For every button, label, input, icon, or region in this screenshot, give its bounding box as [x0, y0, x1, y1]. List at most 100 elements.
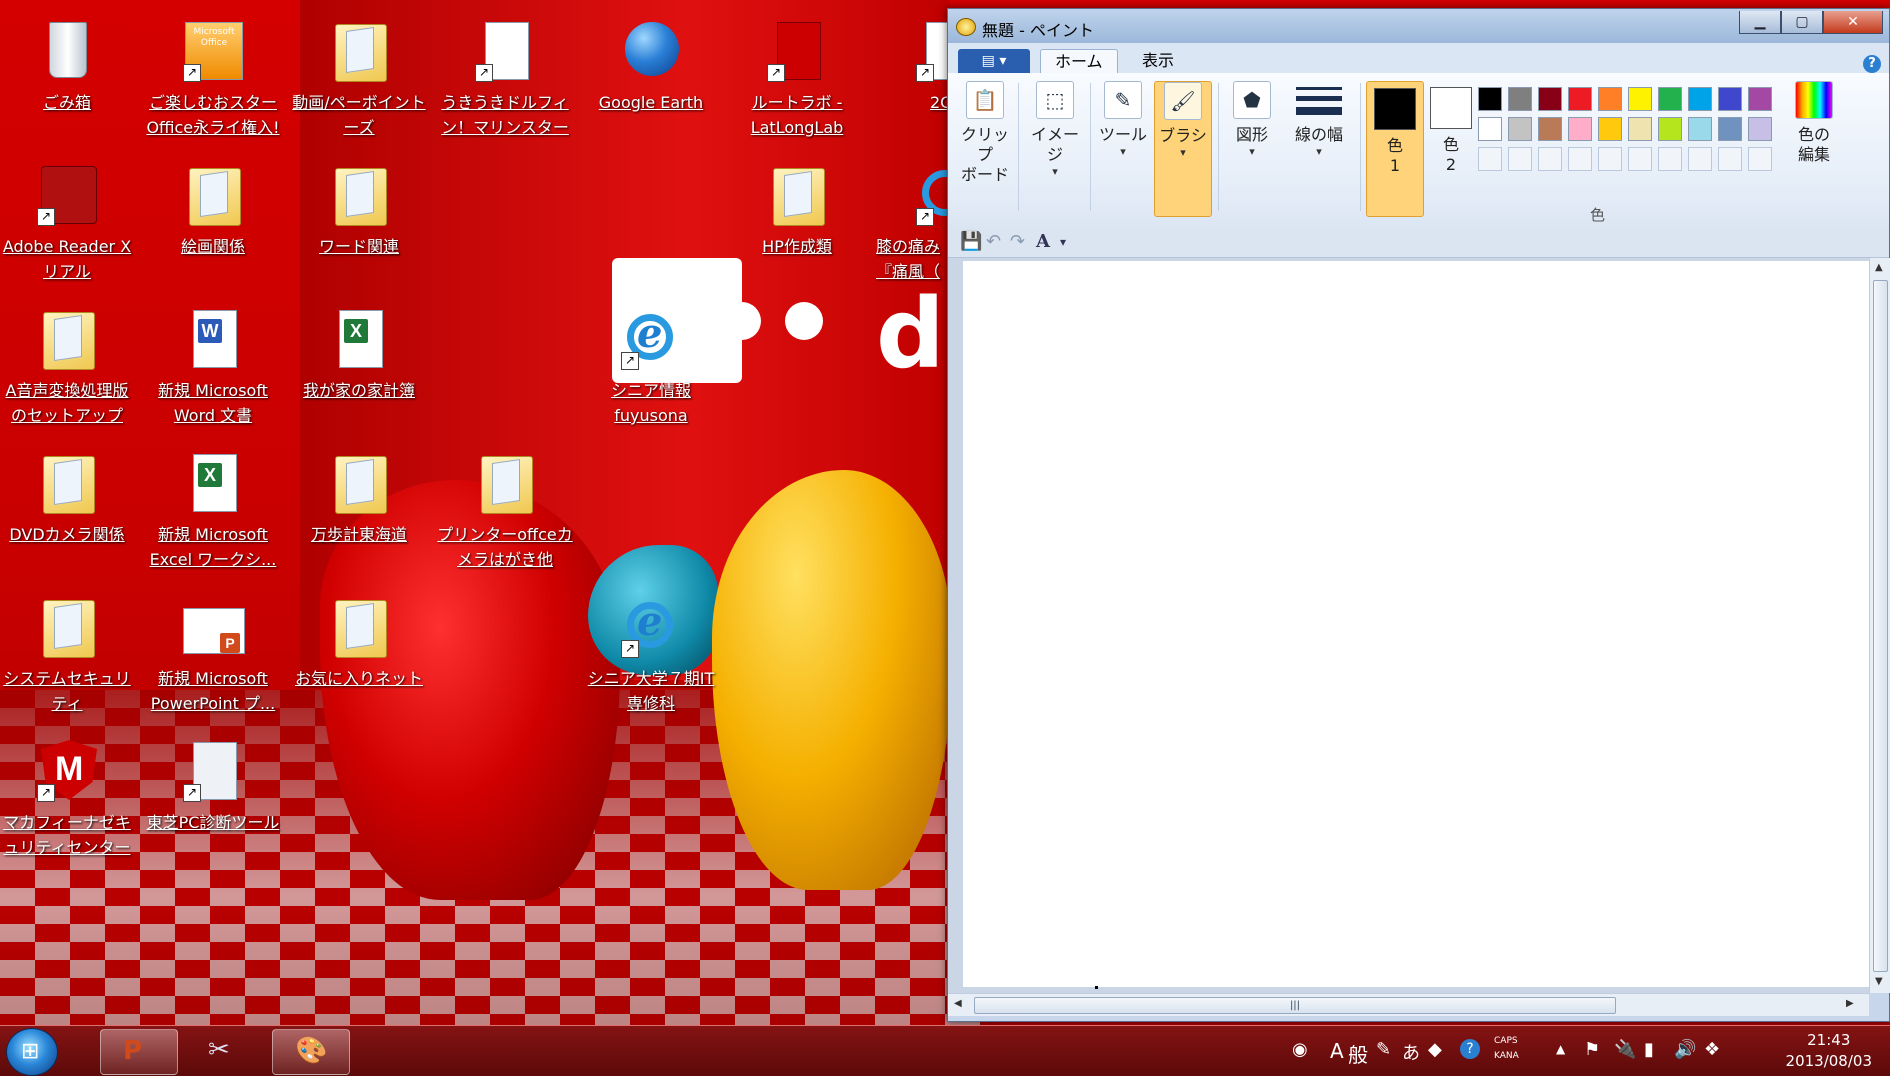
desktop-icon-new-excel[interactable]: X 新規 Microsoft Excel ワークシ...: [140, 450, 286, 572]
ime-kind[interactable]: 般: [1348, 1039, 1368, 1068]
show-hidden-icons-icon[interactable]: ▲: [1556, 1042, 1565, 1056]
save-icon[interactable]: 💾: [960, 231, 982, 252]
network-signal-icon[interactable]: ▮: [1644, 1039, 1654, 1060]
desktop-icon-pedometer[interactable]: 万歩計東海道: [286, 450, 432, 547]
desktop-icon-dvd-camera[interactable]: DVDカメラ関係: [0, 450, 140, 547]
palette-custom-slot[interactable]: [1478, 147, 1502, 171]
palette-swatch[interactable]: [1748, 117, 1772, 141]
palette-custom-slot[interactable]: [1568, 147, 1592, 171]
vertical-scrollbar[interactable]: ▲ ▼: [1869, 258, 1890, 993]
help-icon[interactable]: ?: [1863, 55, 1881, 73]
scroll-up-icon[interactable]: ▲: [1875, 262, 1883, 273]
desktop-icon-knee-pain[interactable]: ↗ 膝の痛み 『痛風（: [870, 162, 947, 284]
desktop-icon-painting[interactable]: 絵画関係: [140, 162, 286, 259]
palette-swatch[interactable]: [1478, 87, 1502, 111]
palette-swatch[interactable]: [1628, 117, 1652, 141]
palette-swatch[interactable]: [1598, 87, 1622, 111]
drawing-canvas[interactable]: [963, 261, 1869, 989]
palette-swatch[interactable]: [1688, 117, 1712, 141]
palette-swatch[interactable]: [1718, 87, 1742, 111]
desktop-icon-word-related[interactable]: ワード関連: [286, 162, 432, 259]
palette-custom-slot[interactable]: [1628, 147, 1652, 171]
desktop-icon-new-word[interactable]: W 新規 Microsoft Word 文書: [140, 306, 286, 428]
desktop-icon-senior-college[interactable]: e ↗ シニア大学７期IT 専修科: [578, 594, 724, 716]
scroll-left-icon[interactable]: ◀: [954, 998, 962, 1009]
maximize-button[interactable]: ▢: [1781, 11, 1823, 34]
palette-swatch[interactable]: [1538, 117, 1562, 141]
desktop-icon-route-lab[interactable]: ↗ ルートラボ - LatLongLab: [724, 18, 870, 140]
customize-dropdown-icon[interactable]: ▾: [1060, 235, 1066, 249]
paint-window[interactable]: 無題 - ペイント ▁ ▢ ✕ ▤ ▾ ホーム 表示 ? 📋 クリップ ボード …: [947, 8, 1890, 1022]
taskbar-powerpoint[interactable]: P: [100, 1029, 178, 1075]
ime-help-icon[interactable]: ?: [1460, 1039, 1480, 1059]
scroll-down-icon[interactable]: ▼: [1875, 976, 1883, 987]
ime-mode[interactable]: A: [1330, 1039, 1344, 1063]
clipboard-button[interactable]: 📋 クリップ ボード: [958, 81, 1012, 215]
palette-swatch[interactable]: [1598, 117, 1622, 141]
desktop-icon-favorites-net[interactable]: お気に入りネット: [286, 594, 432, 691]
palette-custom-slot[interactable]: [1748, 147, 1772, 171]
desktop-icon-adobe-reader[interactable]: ↗ Adobe Reader X リアル: [0, 162, 140, 284]
redo-icon[interactable]: ↷: [1010, 231, 1025, 252]
palette-custom-slot[interactable]: [1718, 147, 1742, 171]
clock[interactable]: 21:43 2013/08/03: [1786, 1030, 1872, 1072]
action-center-flag-icon[interactable]: ⚑: [1584, 1039, 1600, 1060]
palette-swatch[interactable]: [1508, 117, 1532, 141]
palette-swatch[interactable]: [1658, 87, 1682, 111]
taskbar-snipping-tool[interactable]: ✂: [186, 1029, 262, 1073]
horizontal-scrollbar[interactable]: ◀ ||| ▶: [948, 993, 1869, 1016]
color1-button[interactable]: 色 1: [1366, 81, 1424, 217]
palette-custom-slot[interactable]: [1508, 147, 1532, 171]
palette-swatch[interactable]: [1568, 117, 1592, 141]
palette-swatch[interactable]: [1508, 87, 1532, 111]
tab-home[interactable]: ホーム: [1040, 49, 1118, 74]
taskbar-paint[interactable]: 🎨: [272, 1029, 350, 1075]
palette-swatch[interactable]: [1568, 87, 1592, 111]
horizontal-scroll-thumb[interactable]: |||: [974, 997, 1616, 1014]
desktop-icon-mcafee[interactable]: M ↗ マカフィーナゼキ ュリティセンター: [0, 738, 140, 860]
desktop-icon-toshiba-diagnostic[interactable]: ↗ 東芝PC診断ツール: [140, 738, 286, 835]
palette-custom-slot[interactable]: [1538, 147, 1562, 171]
desktop-icon-household-budget[interactable]: X 我が家の家計簿: [286, 306, 432, 403]
desktop-icon-new-powerpoint[interactable]: P 新規 Microsoft PowerPoint プ...: [140, 594, 286, 716]
tools-button[interactable]: ✎ ツール ▾: [1094, 81, 1152, 215]
close-button[interactable]: ✕: [1823, 11, 1883, 34]
volume-icon[interactable]: 🔊: [1674, 1039, 1696, 1060]
image-button[interactable]: ⬚ イメージ ▾: [1024, 81, 1086, 215]
text-style-icon[interactable]: A: [1036, 231, 1050, 252]
palette-swatch[interactable]: [1718, 117, 1742, 141]
palette-swatch[interactable]: [1538, 87, 1562, 111]
palette-custom-slot[interactable]: [1598, 147, 1622, 171]
palette-swatch[interactable]: [1658, 117, 1682, 141]
ime-dictionary-icon[interactable]: あ: [1402, 1039, 1420, 1065]
desktop-icon-senior-info[interactable]: e ↗ シニア情報 fuyusona: [578, 306, 724, 428]
desktop-icon-voice-setup[interactable]: A音声変換処理版 のセットアップ: [0, 306, 140, 428]
color2-button[interactable]: 色 2: [1426, 81, 1476, 215]
power-plug-icon[interactable]: 🔌: [1614, 1039, 1636, 1060]
desktop-icon-office-trial[interactable]: Microsoft Office ↗ ご楽しむおスター Office永ライ権入!: [140, 18, 286, 140]
brush-button[interactable]: 🖌 ブラシ ▾: [1154, 81, 1212, 217]
red-app-tray-icon[interactable]: ◉: [1292, 1039, 1308, 1060]
desktop-icon-google-earth[interactable]: Google Earth: [578, 18, 724, 115]
line-width-button[interactable]: 線の幅 ▾: [1284, 81, 1354, 215]
shapes-button[interactable]: ⬟ 図形 ▾: [1224, 81, 1280, 215]
vertical-scroll-thumb[interactable]: [1873, 280, 1888, 972]
palette-custom-slot[interactable]: [1688, 147, 1712, 171]
desktop-icon-2c[interactable]: ↗ 2C: [870, 18, 947, 115]
desktop-icon-printer-office[interactable]: プリンターoffceカ メラはがき他: [432, 450, 578, 572]
paint-titlebar[interactable]: 無題 - ペイント ▁ ▢ ✕: [948, 9, 1889, 43]
tab-view[interactable]: 表示: [1128, 49, 1188, 73]
dropbox-icon[interactable]: ❖: [1704, 1039, 1720, 1060]
desktop-icon-recycle-bin[interactable]: ごみ箱: [0, 18, 140, 115]
minimize-button[interactable]: ▁: [1739, 11, 1781, 34]
edit-colors-button[interactable]: 色の 編集: [1784, 81, 1844, 215]
desktop-icon-system-security[interactable]: システムセキュリ ティ: [0, 594, 140, 716]
palette-swatch[interactable]: [1628, 87, 1652, 111]
scroll-right-icon[interactable]: ▶: [1846, 998, 1854, 1009]
palette-swatch[interactable]: [1478, 117, 1502, 141]
palette-swatch[interactable]: [1748, 87, 1772, 111]
desktop-icon-dolphin-marinestar[interactable]: ↗ うきうきドルフィ ン！マリンスター: [432, 18, 578, 140]
ime-toolbox-icon[interactable]: ✎: [1376, 1039, 1391, 1060]
palette-custom-slot[interactable]: [1658, 147, 1682, 171]
palette-swatch[interactable]: [1688, 87, 1712, 111]
